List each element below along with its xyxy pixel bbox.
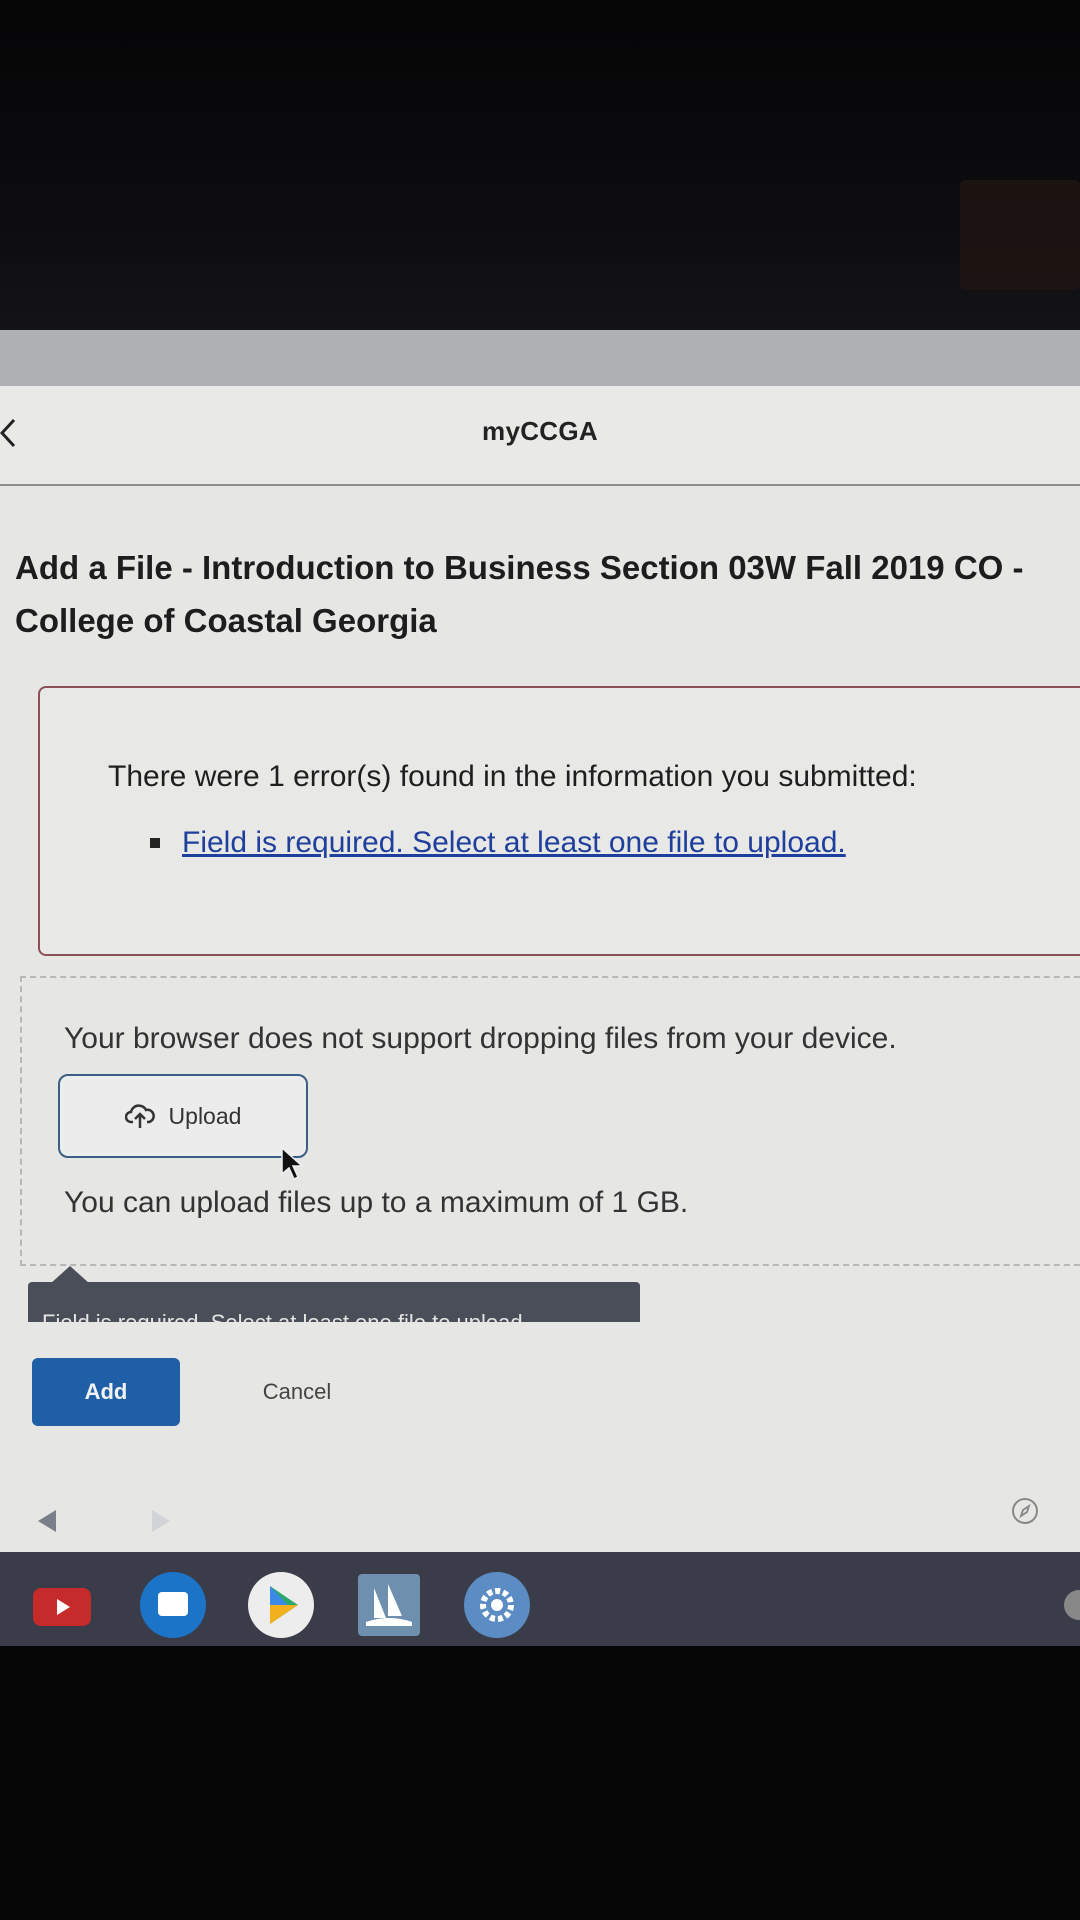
error-item: Field is required. Select at least one f… [150,826,846,860]
tooltip-text: Field is required. Select at least one f… [42,1310,529,1322]
error-summary-box: There were 1 error(s) found in the infor… [38,686,1080,956]
nav-forward-icon[interactable] [148,1508,172,1534]
bullet-icon [150,838,160,848]
nav-back-icon[interactable] [36,1508,60,1534]
validation-tooltip: Field is required. Select at least one f… [28,1282,640,1322]
page-title: Add a File - Introduction to Business Se… [15,549,1024,639]
add-button[interactable]: Add [32,1358,180,1426]
background-object [960,180,1080,290]
cloud-upload-icon [124,1104,155,1128]
app-window: myCCGA Add a File - Introduction to Busi… [0,386,1080,1552]
file-drop-zone: Your browser does not support dropping f… [20,976,1080,1266]
system-shelf [0,1552,1080,1646]
upload-label: Upload [168,1102,242,1129]
device-bezel-bottom [0,1646,1080,1920]
play-store-icon[interactable] [248,1572,314,1638]
error-link[interactable]: Field is required. Select at least one f… [182,826,846,860]
error-list: Field is required. Select at least one f… [150,826,846,860]
cancel-button[interactable]: Cancel [222,1358,372,1426]
upload-button[interactable]: Upload [58,1074,308,1158]
mouse-cursor-icon [281,1146,304,1181]
settings-icon[interactable] [464,1572,530,1638]
device-bezel-top [0,0,1080,330]
error-heading: There were 1 error(s) found in the infor… [108,760,917,793]
site-title: myCCGA [482,416,598,446]
youtube-icon[interactable] [33,1588,91,1626]
browser-chrome-bar [0,330,1080,386]
compass-icon[interactable] [1010,1496,1040,1526]
drop-unsupported-text: Your browser does not support dropping f… [64,1022,897,1055]
messages-icon[interactable] [140,1572,206,1638]
app-header: myCCGA [0,386,1080,486]
upload-limit-text: You can upload files up to a maximum of … [64,1186,689,1219]
ccga-app-icon[interactable] [358,1574,420,1636]
status-tray-icon[interactable] [1064,1590,1080,1620]
